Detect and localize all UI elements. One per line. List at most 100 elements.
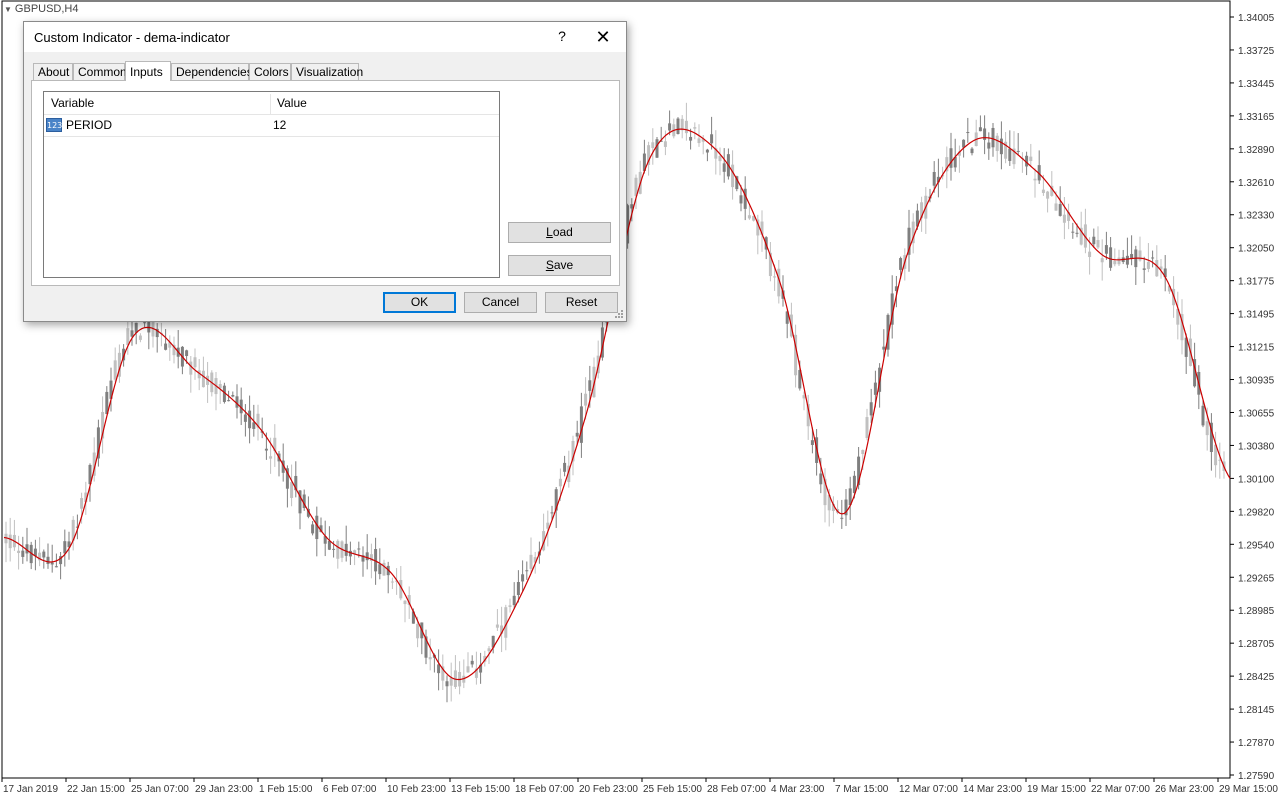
candle-body <box>243 414 247 422</box>
candle-body <box>332 548 336 550</box>
candle-body <box>495 624 499 628</box>
candle-body <box>311 524 315 534</box>
tab-colors[interactable]: Colors <box>249 63 291 80</box>
candle-body <box>365 552 369 561</box>
candle-body <box>1054 203 1058 211</box>
column-header-variable[interactable]: Variable <box>51 96 94 110</box>
candle-body <box>1016 150 1020 152</box>
variable-value[interactable]: 12 <box>273 118 286 132</box>
candle-body <box>466 666 470 673</box>
time-axis-label: 6 Feb 07:00 <box>323 784 377 795</box>
candle-body <box>655 139 659 158</box>
candle-body <box>164 343 168 350</box>
tab-inputs[interactable]: Inputs <box>125 61 171 81</box>
candle-body <box>1058 204 1062 216</box>
candle-body <box>445 681 449 687</box>
candle-body <box>403 600 407 605</box>
column-separator[interactable] <box>270 94 271 114</box>
tab-about[interactable]: About <box>33 63 73 80</box>
variable-name: PERIOD <box>66 118 113 132</box>
price-axis-label: 1.34005 <box>1238 13 1275 24</box>
candle-body <box>1146 261 1150 269</box>
candle-body <box>8 534 12 549</box>
candle-body <box>487 648 491 652</box>
candle-body <box>80 498 84 509</box>
price-axis-label: 1.29820 <box>1238 507 1275 518</box>
price-axis-label: 1.33165 <box>1238 112 1275 123</box>
candle-body <box>987 142 991 149</box>
candle-body <box>264 448 268 451</box>
dialog-titlebar[interactable]: Custom Indicator - dema-indicator ? ✕ <box>24 22 626 52</box>
price-axis-label: 1.27590 <box>1238 771 1275 782</box>
candle-body <box>189 361 193 375</box>
price-axis-label: 1.33445 <box>1238 79 1275 90</box>
reset-button[interactable]: Reset <box>545 292 618 313</box>
candle-body <box>21 550 25 557</box>
candle-body <box>336 540 340 559</box>
cancel-button[interactable]: Cancel <box>464 292 537 313</box>
save-button[interactable]: Save <box>508 255 611 276</box>
time-axis-label: 4 Mar 23:00 <box>771 784 825 795</box>
candle-body <box>718 155 722 162</box>
candle-body <box>248 410 252 429</box>
tab-dependencies[interactable]: Dependencies <box>171 63 253 80</box>
candle-body <box>1205 421 1209 436</box>
candle-body <box>185 350 189 357</box>
candle-body <box>449 677 453 686</box>
price-axis-label: 1.28145 <box>1238 705 1275 716</box>
candle-body <box>575 432 579 437</box>
price-axis-label: 1.30380 <box>1238 441 1275 452</box>
candle-body <box>1046 191 1050 199</box>
candle-body <box>840 517 844 519</box>
price-axis-label: 1.27870 <box>1238 738 1275 749</box>
candle-body <box>269 456 273 459</box>
time-axis-label: 12 Mar 07:00 <box>899 784 958 795</box>
resize-grip-icon[interactable] <box>614 309 624 319</box>
time-axis-label: 17 Jan 2019 <box>3 784 58 795</box>
candle-body <box>558 478 562 487</box>
candle-body <box>991 127 995 148</box>
ok-button[interactable]: OK <box>383 292 456 313</box>
candle-body <box>1113 261 1117 265</box>
candle-body <box>516 582 520 596</box>
candle-body <box>416 623 420 639</box>
candle-body <box>1138 250 1142 261</box>
candle-body <box>1109 247 1113 268</box>
price-axis-label: 1.28705 <box>1238 639 1275 650</box>
load-button-hotkey: L <box>546 225 553 239</box>
candle-body <box>869 402 873 416</box>
candle-body <box>1100 258 1104 263</box>
dropdown-triangle-icon[interactable]: ▼ <box>4 5 12 14</box>
candle-body <box>873 382 877 395</box>
candle-body <box>684 120 688 134</box>
candle-body <box>508 605 512 607</box>
candle-body <box>693 127 697 129</box>
time-axis-label: 26 Mar 23:00 <box>1155 784 1214 795</box>
time-axis-label: 18 Feb 07:00 <box>515 784 574 795</box>
chart-symbol: GBPUSD,H4 <box>14 3 79 15</box>
chart-symbol-label: ▼ GBPUSD,H4 <box>4 3 79 15</box>
load-button[interactable]: Load <box>508 222 611 243</box>
close-icon[interactable]: ✕ <box>590 25 616 49</box>
candle-body <box>966 132 970 134</box>
tab-visualization[interactable]: Visualization <box>291 63 363 80</box>
price-axis-label: 1.32610 <box>1238 178 1275 189</box>
candle-body <box>932 172 936 186</box>
candle-body <box>344 543 348 556</box>
price-axis-label: 1.33725 <box>1238 46 1275 57</box>
price-axis-label: 1.28425 <box>1238 672 1275 683</box>
table-row[interactable]: 123 PERIOD 12 <box>44 115 499 137</box>
custom-indicator-dialog: Custom Indicator - dema-indicator ? ✕ Ab… <box>23 21 627 322</box>
price-axis-label: 1.32050 <box>1238 244 1275 255</box>
candle-body <box>17 550 21 554</box>
candle-body <box>143 322 147 324</box>
tab-common[interactable]: Common <box>73 63 127 80</box>
help-icon[interactable]: ? <box>554 28 570 44</box>
candle-body <box>357 548 361 550</box>
column-header-value[interactable]: Value <box>277 96 307 110</box>
candle-body <box>1104 245 1108 254</box>
candle-body <box>731 164 735 188</box>
candle-body <box>227 400 231 402</box>
candle-body <box>525 570 529 572</box>
candle-body <box>705 149 709 153</box>
